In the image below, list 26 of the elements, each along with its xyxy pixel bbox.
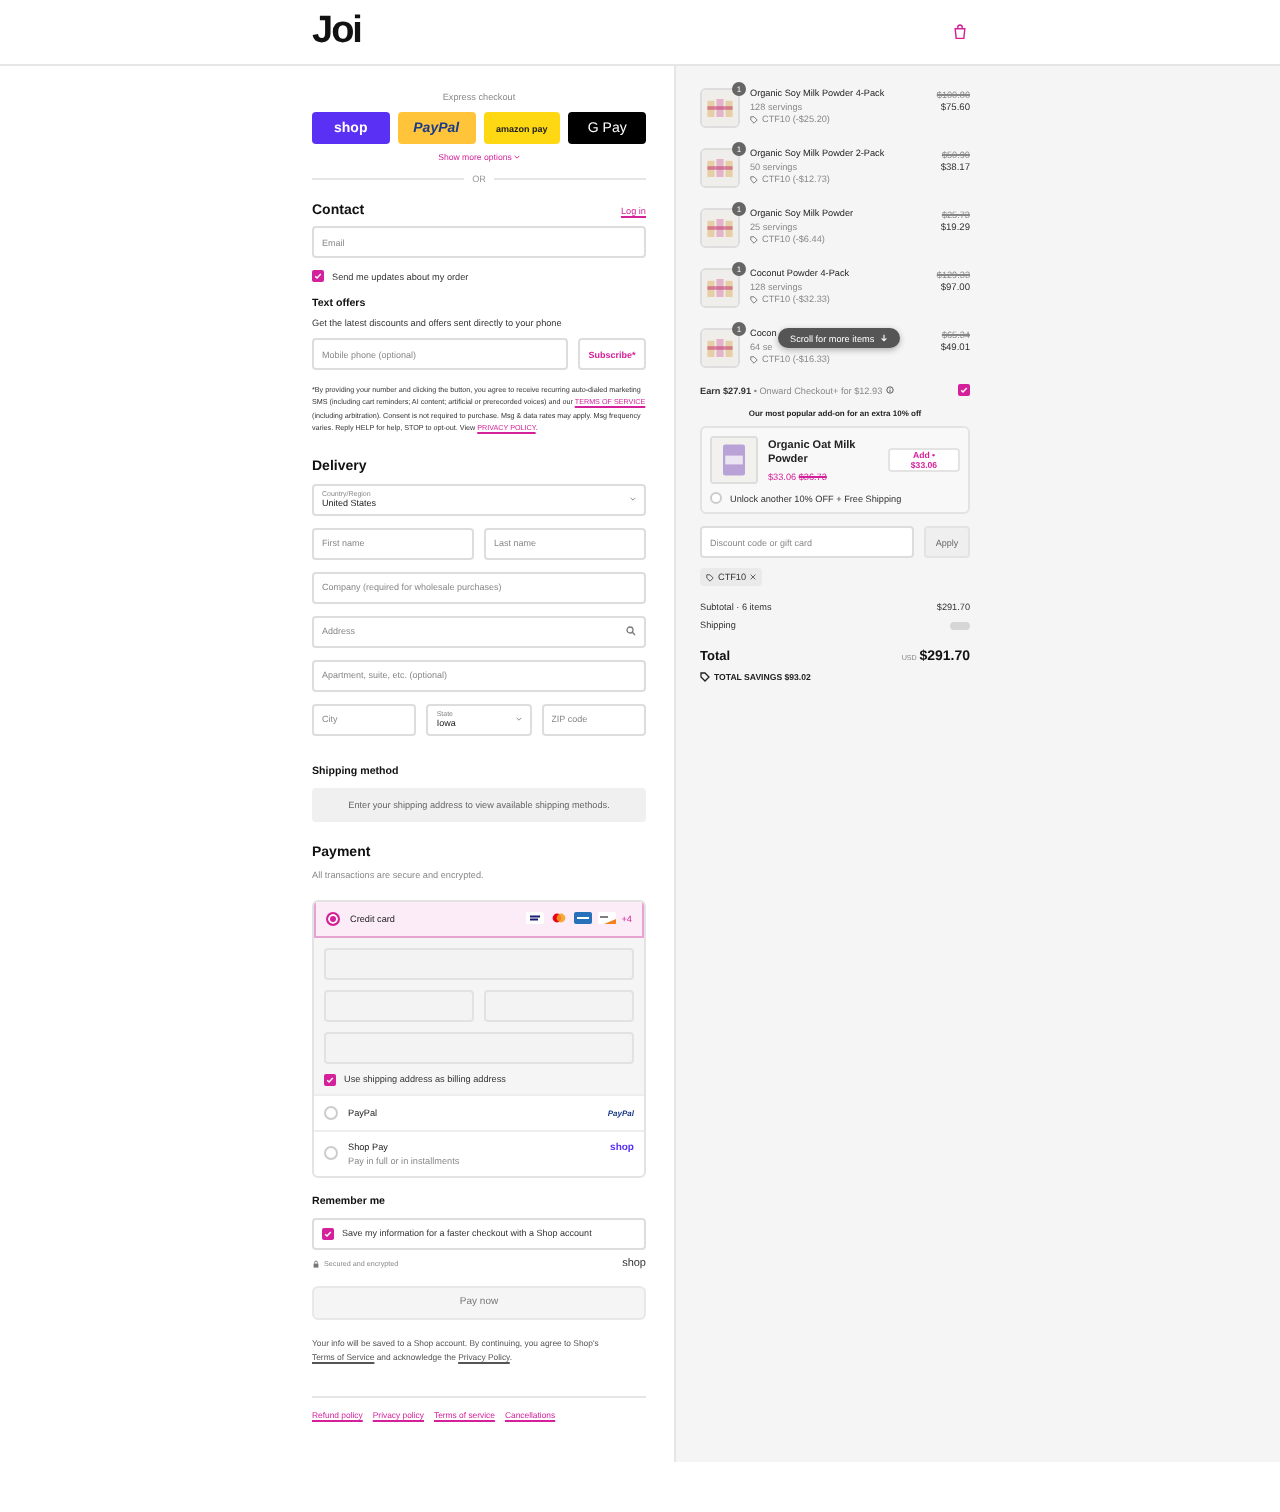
tag-icon bbox=[750, 355, 758, 363]
tag-icon bbox=[750, 115, 758, 123]
checkbox[interactable] bbox=[958, 384, 970, 396]
checkbox[interactable] bbox=[324, 1073, 336, 1086]
chevron-down-icon bbox=[513, 154, 520, 160]
checkbox[interactable] bbox=[322, 1227, 334, 1240]
card-logo-icon bbox=[525, 912, 544, 925]
shopping-bag-icon[interactable] bbox=[952, 24, 968, 40]
arrow-down-icon bbox=[880, 334, 889, 342]
tag-icon bbox=[750, 235, 758, 243]
tag-icon bbox=[700, 672, 710, 682]
chevron-down-icon bbox=[630, 496, 636, 503]
info-icon[interactable] bbox=[886, 386, 895, 394]
card-logo-icon bbox=[549, 912, 568, 925]
close-icon[interactable] bbox=[750, 574, 757, 580]
card-logo-icon bbox=[597, 912, 616, 925]
lock-icon bbox=[312, 1259, 320, 1268]
search-icon bbox=[626, 626, 636, 637]
card-logo-icon bbox=[573, 912, 592, 925]
tag-icon bbox=[750, 175, 758, 183]
checkbox[interactable] bbox=[312, 270, 324, 282]
tag-icon bbox=[706, 573, 714, 581]
radio-button[interactable] bbox=[326, 911, 340, 926]
logo[interactable]: Joi bbox=[312, 10, 361, 54]
tag-icon bbox=[750, 295, 758, 303]
chevron-down-icon bbox=[515, 716, 522, 723]
